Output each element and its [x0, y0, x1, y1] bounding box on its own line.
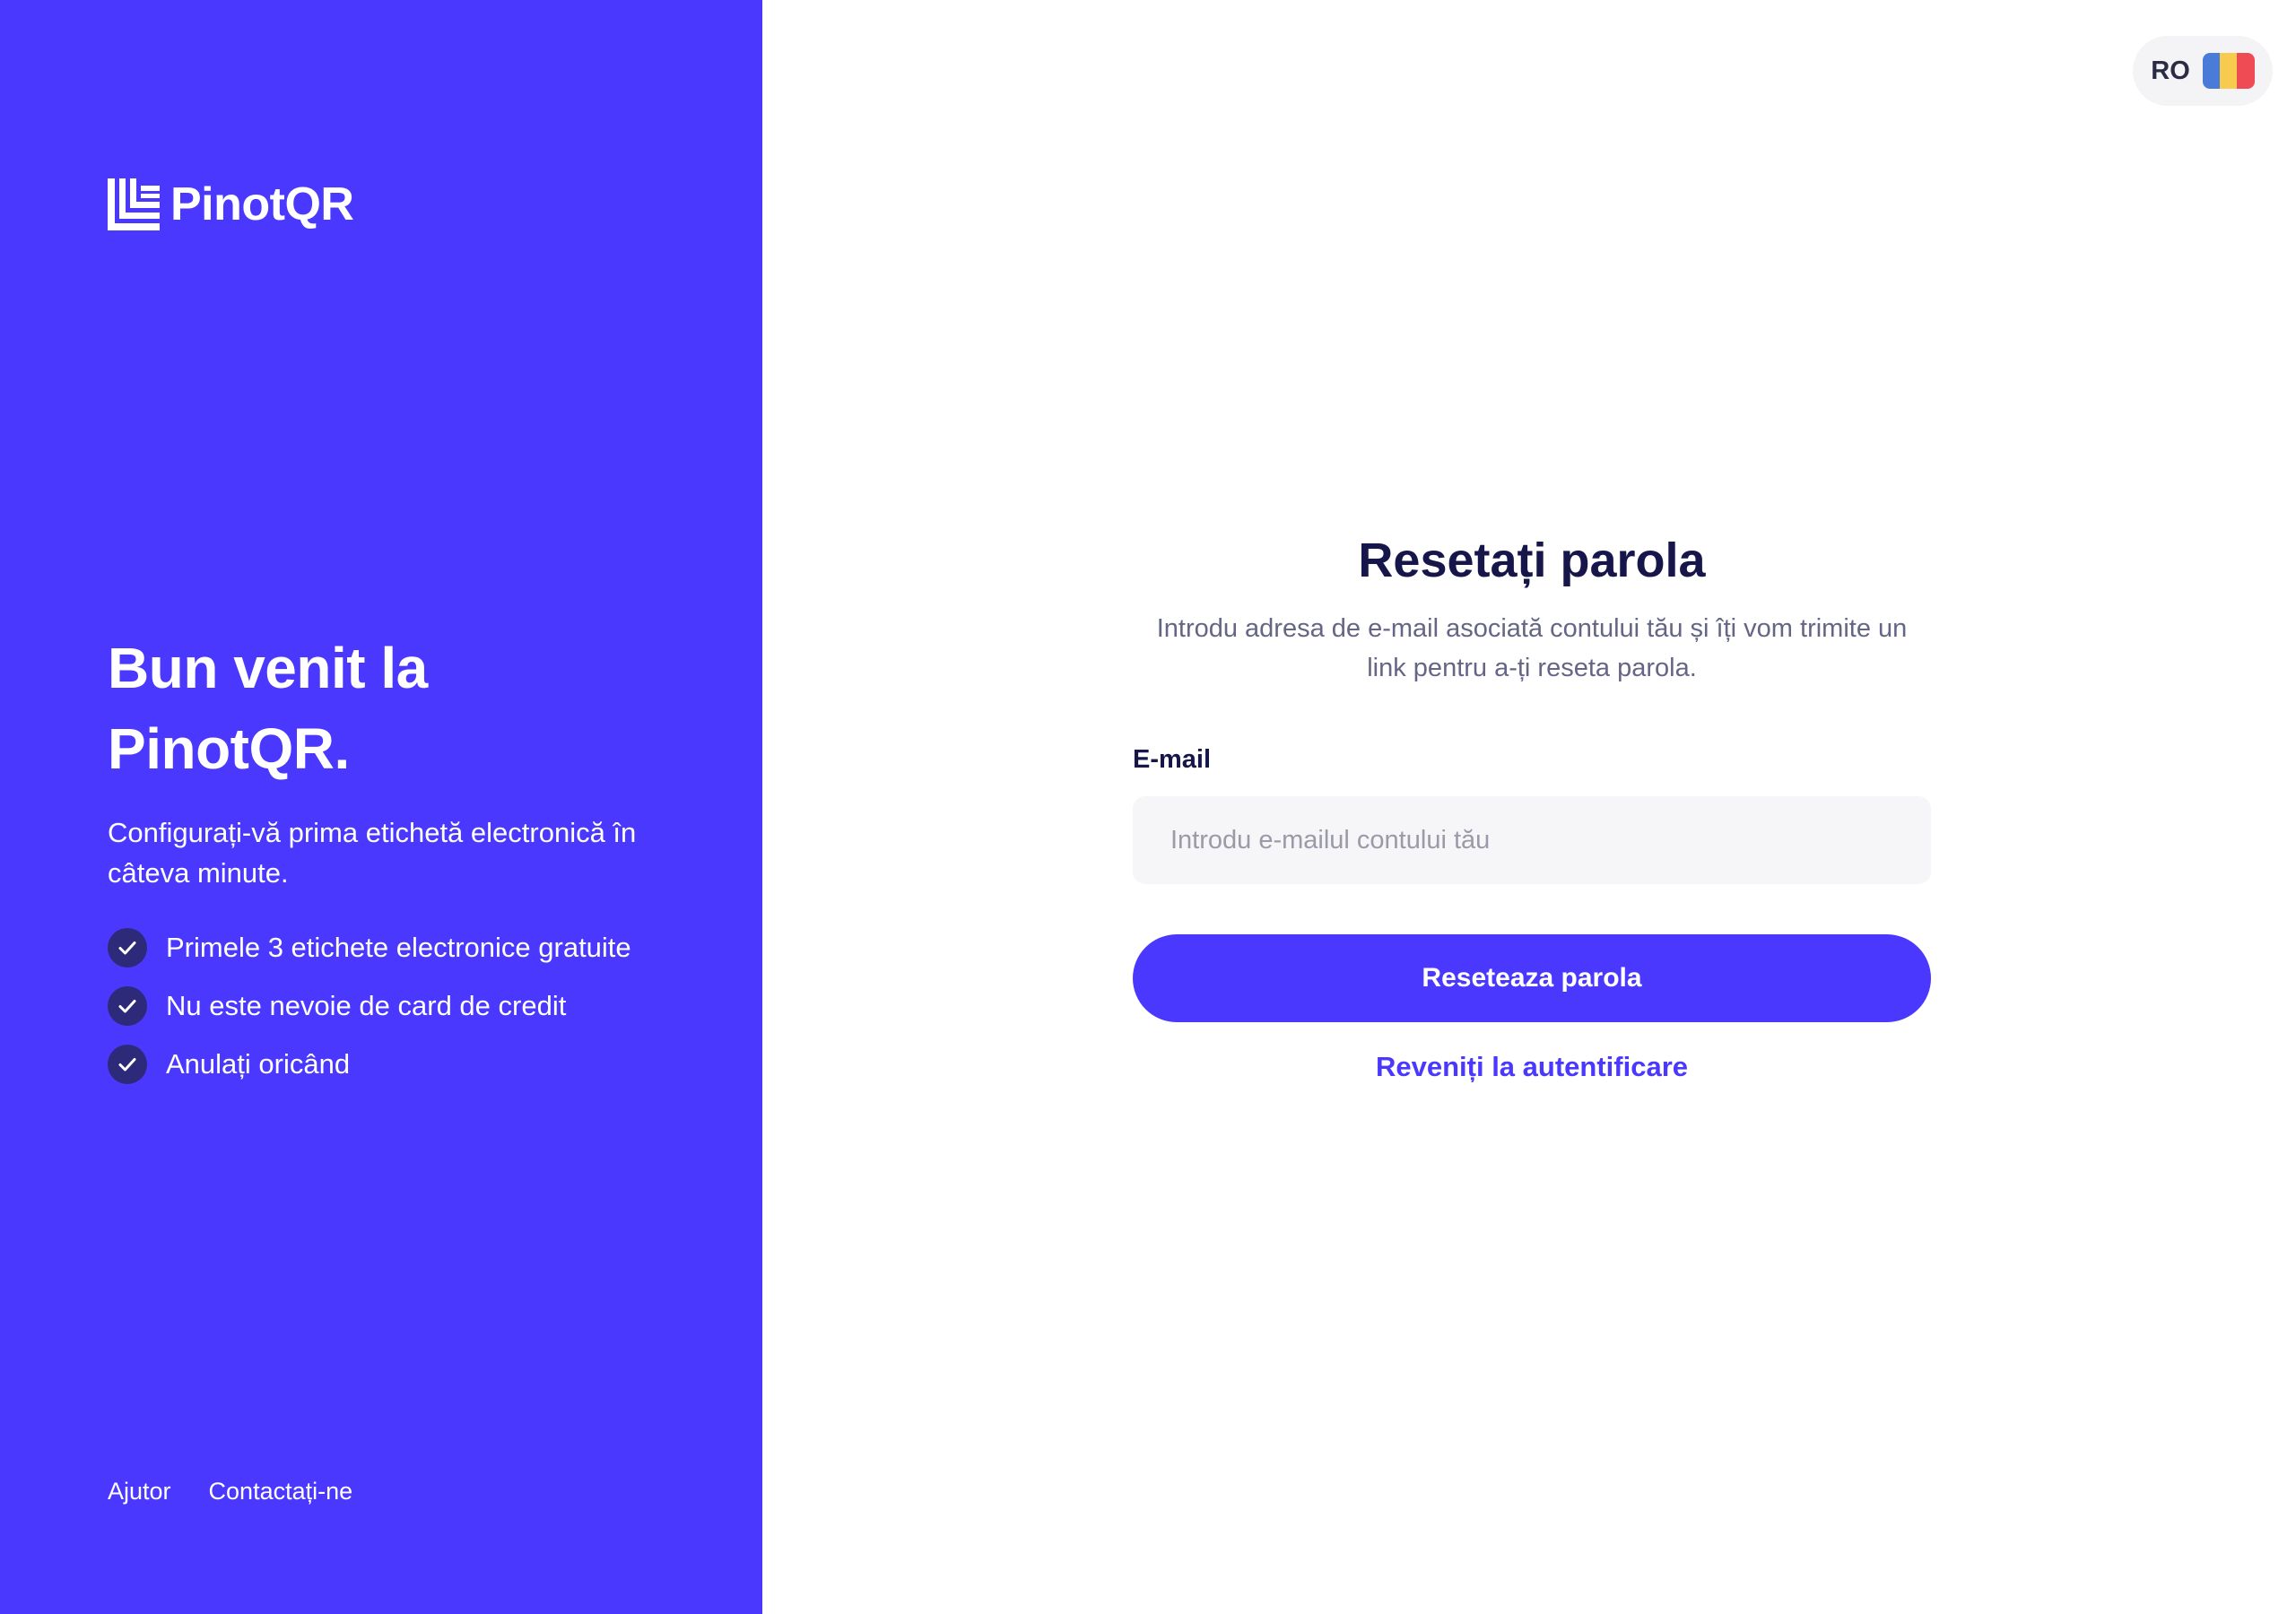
- check-icon: [108, 986, 147, 1026]
- feature-item: Anulați oricând: [108, 1045, 631, 1084]
- welcome-section: Bun venit la PinotQR. Configurați-vă pri…: [108, 628, 682, 893]
- feature-item: Primele 3 etichete electronice gratuite: [108, 928, 631, 968]
- email-field[interactable]: [1133, 796, 1931, 884]
- feature-label: Primele 3 etichete electronice gratuite: [166, 932, 631, 963]
- brand-logo[interactable]: PinotQR: [108, 178, 354, 231]
- back-to-login-link[interactable]: Reveniți la autentificare: [1133, 1051, 1931, 1083]
- contact-link[interactable]: Contactați-ne: [209, 1478, 353, 1506]
- brand-panel: PinotQR Bun venit la PinotQR. Configuraț…: [0, 0, 762, 1614]
- form-description: Introdu adresa de e-mail asociată contul…: [1156, 614, 1908, 682]
- welcome-title: Bun venit la PinotQR.: [108, 628, 682, 789]
- form-panel: RO Resetați parola Introdu adresa de e-m…: [762, 0, 2296, 1614]
- language-code: RO: [2151, 56, 2190, 85]
- feature-label: Anulați oricând: [166, 1048, 351, 1080]
- feature-list: Primele 3 etichete electronice gratuite …: [108, 928, 631, 1103]
- romania-flag-icon: [2202, 53, 2255, 89]
- check-icon: [108, 1045, 147, 1084]
- welcome-title-line2: PinotQR.: [108, 716, 350, 781]
- welcome-title-line1: Bun venit la: [108, 636, 428, 700]
- reset-password-button[interactable]: Reseteaza parola: [1133, 934, 1931, 1022]
- reset-password-form: Resetați parola Introdu adresa de e-mail…: [1133, 525, 1931, 1083]
- welcome-subtitle: Configurați-vă prima etichetă electronic…: [108, 817, 637, 889]
- help-link[interactable]: Ajutor: [108, 1478, 171, 1506]
- check-icon: [108, 928, 147, 968]
- pinotqr-logo-icon: [108, 178, 160, 230]
- feature-item: Nu este nevoie de card de credit: [108, 986, 631, 1026]
- feature-label: Nu este nevoie de card de credit: [166, 990, 567, 1021]
- form-title: Resetați parola: [1358, 534, 1706, 587]
- footer-links: Ajutor Contactați-ne: [108, 1478, 352, 1506]
- email-label: E-mail: [1133, 745, 1212, 774]
- language-selector[interactable]: RO: [2133, 36, 2273, 106]
- page: PinotQR Bun venit la PinotQR. Configuraț…: [0, 0, 2296, 1614]
- brand-name: PinotQR: [170, 178, 354, 230]
